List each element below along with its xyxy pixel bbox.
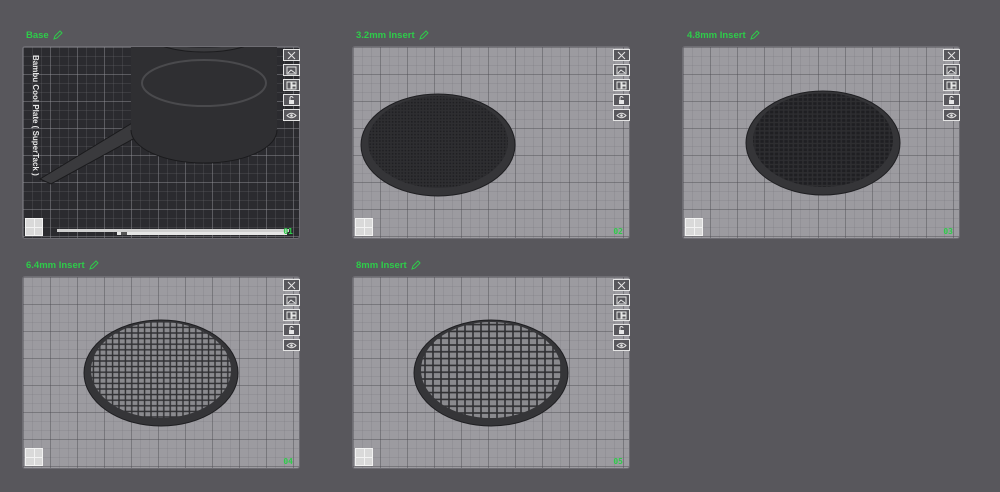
close-icon[interactable] <box>283 49 300 61</box>
plate-title-text: 8mm Insert <box>356 259 407 271</box>
plate-title-text: 4.8mm Insert <box>687 29 746 41</box>
insert-model[interactable] <box>23 277 301 470</box>
image-icon[interactable] <box>283 64 300 76</box>
plate-number: 01 <box>283 227 293 236</box>
arrange-icon[interactable] <box>613 309 630 321</box>
close-icon[interactable] <box>613 49 630 61</box>
arrange-icon[interactable] <box>943 79 960 91</box>
close-icon[interactable] <box>283 279 300 291</box>
lock-icon[interactable] <box>283 94 300 106</box>
plate-toolbar <box>613 279 630 351</box>
lock-icon[interactable] <box>283 324 300 336</box>
bed-rail <box>57 229 289 235</box>
edit-icon[interactable] <box>749 30 760 40</box>
eye-icon[interactable] <box>283 339 300 351</box>
image-icon[interactable] <box>943 64 960 76</box>
plate-title-4[interactable]: 6.4mm Insert <box>26 257 99 273</box>
plate-toolbar <box>283 279 300 351</box>
lock-icon[interactable] <box>943 94 960 106</box>
plate-title-text: Base <box>26 29 49 41</box>
plate-title-1[interactable]: Base <box>26 27 63 43</box>
arrange-icon[interactable] <box>613 79 630 91</box>
bed-logo <box>355 218 373 236</box>
insert-model[interactable] <box>353 47 631 240</box>
bed-logo <box>25 448 43 466</box>
plate-title-2[interactable]: 3.2mm Insert <box>356 27 429 43</box>
eye-icon[interactable] <box>283 109 300 121</box>
plate-5[interactable]: 05 <box>352 276 630 469</box>
arrange-icon[interactable] <box>283 79 300 91</box>
image-icon[interactable] <box>283 294 300 306</box>
edit-icon[interactable] <box>418 30 429 40</box>
eye-icon[interactable] <box>613 109 630 121</box>
plate-title-text: 6.4mm Insert <box>26 259 85 271</box>
bed-logo <box>25 218 43 236</box>
plate-number: 03 <box>943 227 953 236</box>
plate-title-3[interactable]: 4.8mm Insert <box>687 27 760 43</box>
plate-toolbar <box>943 49 960 121</box>
image-icon[interactable] <box>613 64 630 76</box>
bed-logo <box>685 218 703 236</box>
eye-icon[interactable] <box>943 109 960 121</box>
plate-title-5[interactable]: 8mm Insert <box>356 257 421 273</box>
plate-3[interactable]: 03 <box>682 46 960 239</box>
insert-model[interactable] <box>353 277 631 470</box>
eye-icon[interactable] <box>613 339 630 351</box>
base-model[interactable] <box>23 47 301 240</box>
plate-4[interactable]: 04 <box>22 276 300 469</box>
plate-number: 02 <box>613 227 623 236</box>
plate-1[interactable]: Bambu Cool Plate ( SuperTack ) 01 <box>22 46 300 239</box>
plate-toolbar <box>613 49 630 121</box>
edit-icon[interactable] <box>410 260 421 270</box>
image-icon[interactable] <box>613 294 630 306</box>
arrange-icon[interactable] <box>283 309 300 321</box>
plate-title-text: 3.2mm Insert <box>356 29 415 41</box>
plate-toolbar <box>283 49 300 121</box>
lock-icon[interactable] <box>613 324 630 336</box>
close-icon[interactable] <box>943 49 960 61</box>
lock-icon[interactable] <box>613 94 630 106</box>
close-icon[interactable] <box>613 279 630 291</box>
plate-number: 04 <box>283 457 293 466</box>
bed-logo <box>355 448 373 466</box>
edit-icon[interactable] <box>88 260 99 270</box>
edit-icon[interactable] <box>52 30 63 40</box>
plate-2[interactable]: 02 <box>352 46 630 239</box>
plate-number: 05 <box>613 457 623 466</box>
insert-model[interactable] <box>683 47 961 240</box>
